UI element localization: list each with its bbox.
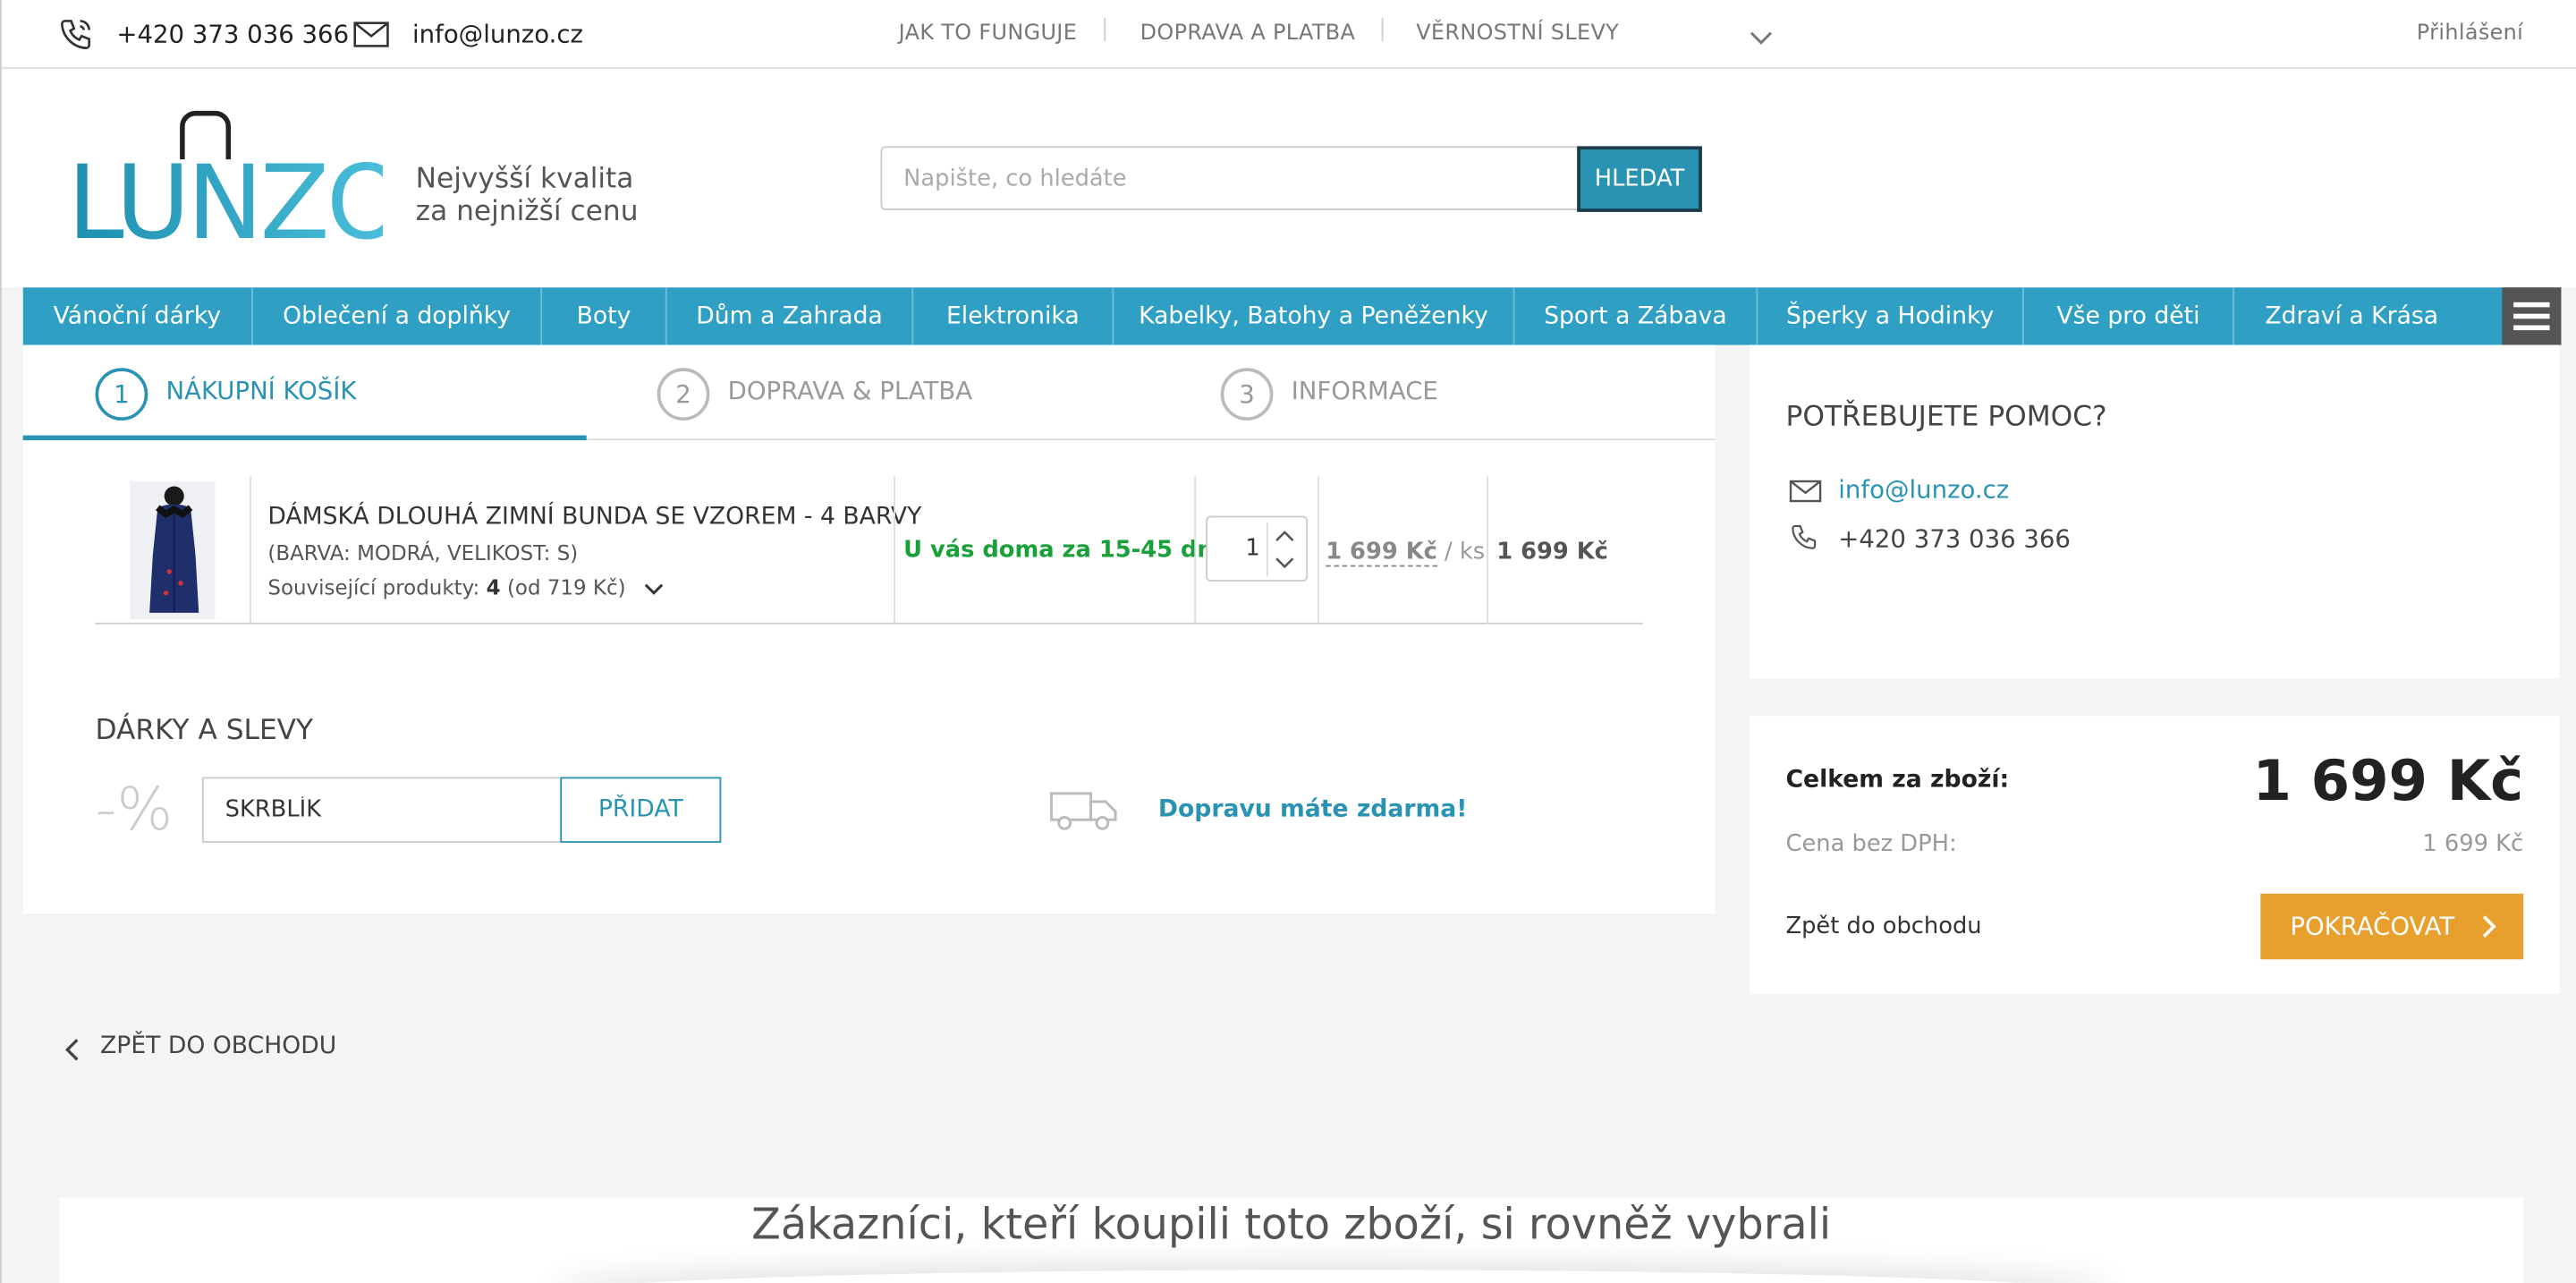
divider [1318, 476, 1319, 625]
category-health-beauty[interactable]: Zdraví a Krása [2234, 287, 2470, 344]
category-sport[interactable]: Sport a Zábava [1514, 287, 1758, 345]
login-link[interactable]: Přihlášení [2417, 21, 2523, 47]
quantity-arrows [1267, 522, 1300, 577]
order-summary: Celkem za zboží: 1 699 Kč Cena bez DPH: … [1750, 716, 2560, 994]
related-label: Související produkty: [267, 574, 480, 600]
per-unit: / ks [1436, 539, 1486, 565]
phone-icon [1789, 523, 1818, 558]
product-variant: (BARVA: MODRÁ, VELIKOST: S) [267, 540, 579, 565]
shadow [552, 1270, 2113, 1283]
nav-shipping-payment[interactable]: DOPRAVA A PLATBA [1140, 21, 1356, 47]
chevron-up-icon[interactable] [1273, 527, 1296, 543]
cart-item-row: DÁMSKÁ DLOUHÁ ZIMNÍ BUNDA SE VZOREM - 4 … [95, 476, 1643, 625]
help-box: POTŘEBUJETE POMOC? info@lunzo.cz +420 37… [1750, 344, 2560, 679]
tagline-line-2: za nejnižší cenu [415, 195, 639, 229]
divider [1194, 476, 1197, 625]
site-header: LUNZO Nejvyšší kvalita za nejnižší cenu … [1, 69, 2576, 288]
total-label: Celkem za zboží: [1785, 767, 2010, 794]
menu-icon[interactable] [2502, 287, 2562, 345]
chevron-down-icon[interactable] [642, 582, 665, 598]
category-home-garden[interactable]: Dům a Zahrada [667, 287, 914, 345]
lunzo-logo[interactable]: LUNZO [67, 110, 407, 262]
category-jewelry[interactable]: Šperky a Hodinky [1758, 287, 2024, 345]
category-electronics[interactable]: Elektronika [913, 287, 1114, 345]
quantity-stepper[interactable]: 1 [1206, 515, 1309, 582]
mail-icon [1789, 478, 1822, 509]
mail-icon [353, 21, 389, 55]
chevron-down-icon[interactable] [1748, 23, 1774, 55]
step-label: DOPRAVA & PLATBA [727, 376, 973, 406]
continue-button[interactable]: POKRAČOVAT [2260, 893, 2524, 960]
delivery-estimate: U vás doma za 15-45 dní [903, 537, 1222, 564]
search-input[interactable] [880, 146, 1580, 211]
help-email-link[interactable]: info@lunzo.cz [1838, 475, 2009, 505]
unit-price: 1 699 Kč / ks [1326, 539, 1486, 567]
divider [1487, 476, 1489, 625]
total-value: 1 699 Kč [2252, 749, 2524, 815]
step-label: NÁKUPNÍ KOŠÍK [165, 376, 357, 406]
step-number: 1 [95, 368, 148, 421]
divider [250, 476, 252, 625]
topbar-phone[interactable]: +420 373 036 366 [116, 20, 349, 49]
net-price-value: 1 699 Kč [2422, 831, 2524, 858]
related-from: (od 719 Kč) [506, 574, 626, 600]
category-shoes[interactable]: Boty [542, 287, 667, 345]
related-products[interactable]: Související produkty: 4 (od 719 Kč) [267, 574, 665, 600]
gifts-title: DÁRKY A SLEVY [95, 714, 314, 748]
divider [1381, 18, 1384, 41]
truck-icon [1050, 788, 1119, 837]
tagline: Nejvyšší kvalita za nejnižší cenu [416, 163, 639, 228]
step-number: 3 [1220, 368, 1274, 421]
cart-panel: 1 NÁKUPNÍ KOŠÍK 2 DOPRAVA & PLATBA 3 INF… [22, 344, 1716, 913]
divider [1104, 18, 1106, 41]
recommendations-section: Zákazníci, kteří koupili toto zboží, si … [59, 1197, 2524, 1283]
free-shipping-note: Dopravu máte zdarma! [1157, 796, 1468, 823]
top-bar: +420 373 036 366 info@lunzo.cz JAK TO FU… [1, 0, 2576, 70]
topbar-email[interactable]: info@lunzo.cz [412, 20, 583, 49]
search-button[interactable]: HLEDAT [1577, 146, 1702, 212]
nav-how-it-works[interactable]: JAK TO FUNGUJE [899, 21, 1078, 47]
percent-icon: -% [95, 777, 174, 845]
quantity-value[interactable]: 1 [1245, 536, 1259, 562]
chevron-down-icon[interactable] [1273, 556, 1296, 572]
coupon-input[interactable] [201, 777, 563, 843]
related-count: 4 [486, 574, 501, 600]
help-phone[interactable]: +420 373 036 366 [1838, 524, 2071, 554]
add-coupon-button[interactable]: PŘIDAT [560, 777, 722, 843]
step-label: INFORMACE [1291, 376, 1438, 406]
continue-label: POKRAČOVAT [2290, 912, 2455, 942]
phone-icon [57, 16, 93, 59]
net-price-label: Cena bez DPH: [1785, 831, 1957, 858]
active-step-underline [22, 435, 587, 441]
back-to-shop-link[interactable]: Zpět do obchodu [1785, 913, 1981, 939]
back-to-shop-label: ZPĚT DO OBCHODU [100, 1032, 337, 1060]
product-name[interactable]: DÁMSKÁ DLOUHÁ ZIMNÍ BUNDA SE VZOREM - 4 … [267, 505, 921, 531]
category-christmas-gifts[interactable]: Vánoční dárky [23, 287, 253, 345]
category-kids[interactable]: Vše pro děti [2024, 287, 2234, 345]
help-title: POTŘEBUJETE POMOC? [1785, 401, 2107, 434]
recommendations-title: Zákazníci, kteří koupili toto zboží, si … [751, 1201, 1832, 1251]
tagline-line-1: Nejvyšší kvalita [415, 162, 634, 196]
chevron-left-icon [64, 1039, 79, 1061]
item-total: 1 699 Kč [1496, 539, 1608, 565]
category-nav: Vánoční dárky Oblečení a doplňky Boty Dů… [22, 287, 2562, 345]
step-number: 2 [657, 368, 710, 421]
unit-price-value: 1 699 Kč [1326, 539, 1437, 567]
checkout-steps: 1 NÁKUPNÍ KOŠÍK 2 DOPRAVA & PLATBA 3 INF… [22, 345, 1716, 441]
nav-loyalty-discounts[interactable]: VĚRNOSTNÍ SLEVY [1416, 21, 1619, 47]
chevron-right-icon [2482, 915, 2496, 938]
divider [894, 476, 896, 625]
svg-text:LUNZO: LUNZO [67, 143, 383, 244]
category-clothing[interactable]: Oblečení a doplňky [253, 287, 543, 345]
page: +420 373 036 366 info@lunzo.cz JAK TO FU… [0, 0, 2576, 1283]
category-bags[interactable]: Kabelky, Batohy a Peněženky [1114, 287, 1515, 345]
product-thumbnail[interactable] [130, 480, 216, 620]
